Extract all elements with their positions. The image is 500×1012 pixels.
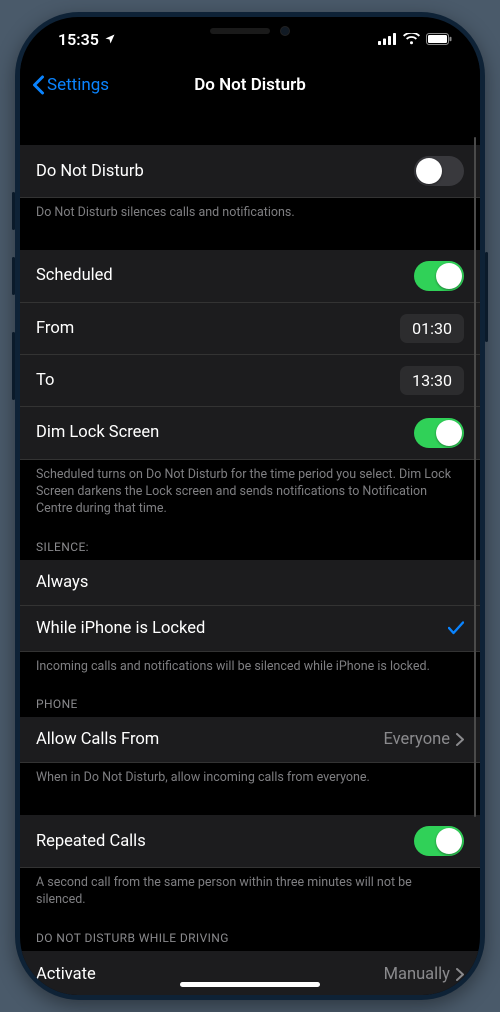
checkmark-icon: [448, 621, 464, 635]
page-title: Do Not Disturb: [194, 75, 306, 95]
toggle-dim[interactable]: [414, 418, 464, 448]
screen: 15:35 Sett: [20, 17, 480, 995]
row-scheduled[interactable]: Scheduled: [20, 250, 480, 303]
scroll-indicator[interactable]: [474, 137, 477, 817]
back-label: Settings: [47, 75, 109, 95]
toggle-scheduled[interactable]: [414, 261, 464, 291]
to-value[interactable]: 13:30: [400, 366, 464, 395]
notch: [155, 17, 345, 45]
cellular-icon: [378, 33, 397, 45]
group-schedule: Scheduled From 01:30 To 13:30 Dim Lock S…: [20, 250, 480, 518]
scheduled-label: Scheduled: [36, 266, 113, 285]
row-silence-always[interactable]: Always: [20, 560, 480, 606]
silence-locked-label: While iPhone is Locked: [36, 619, 205, 638]
group-repeated: Repeated Calls A second call from the sa…: [20, 815, 480, 909]
from-label: From: [36, 319, 74, 338]
footer-silence: Incoming calls and notifications will be…: [20, 652, 480, 676]
chevron-right-icon: [456, 968, 464, 981]
activate-label: Activate: [36, 965, 96, 984]
row-repeated[interactable]: Repeated Calls: [20, 815, 480, 868]
row-from[interactable]: From 01:30: [20, 303, 480, 355]
footer-dnd: Do Not Disturb silences calls and notifi…: [20, 198, 480, 222]
dim-label: Dim Lock Screen: [36, 423, 159, 442]
group-dnd: Do Not Disturb Do Not Disturb silences c…: [20, 145, 480, 222]
header-phone: PHONE: [20, 697, 480, 717]
row-silence-locked[interactable]: While iPhone is Locked: [20, 606, 480, 652]
repeated-label: Repeated Calls: [36, 832, 146, 851]
activate-value: Manually: [384, 965, 450, 984]
row-dnd-toggle[interactable]: Do Not Disturb: [20, 145, 480, 198]
toggle-repeated[interactable]: [414, 826, 464, 856]
row-to[interactable]: To 13:30: [20, 355, 480, 407]
group-phone: PHONE Allow Calls From Everyone When in …: [20, 697, 480, 787]
chevron-left-icon: [32, 75, 45, 95]
from-value[interactable]: 01:30: [400, 314, 464, 343]
home-indicator[interactable]: [180, 982, 320, 987]
allow-calls-label: Allow Calls From: [36, 730, 159, 749]
row-dim[interactable]: Dim Lock Screen: [20, 407, 480, 460]
footer-repeated: A second call from the same person withi…: [20, 868, 480, 909]
settings-content[interactable]: Do Not Disturb Do Not Disturb silences c…: [20, 109, 480, 995]
allow-calls-value: Everyone: [384, 730, 451, 749]
back-button[interactable]: Settings: [32, 61, 109, 109]
toggle-dnd[interactable]: [414, 156, 464, 186]
header-driving: DO NOT DISTURB WHILE DRIVING: [20, 931, 480, 951]
dnd-label: Do Not Disturb: [36, 162, 144, 181]
phone-frame: 15:35 Sett: [15, 12, 485, 1000]
wifi-icon: [403, 33, 420, 45]
status-time: 15:35: [58, 30, 99, 49]
silence-always-label: Always: [36, 573, 88, 592]
group-silence: SILENCE: Always While iPhone is Locked I…: [20, 540, 480, 676]
to-label: To: [36, 371, 54, 390]
location-icon: [104, 33, 116, 45]
nav-bar: Settings Do Not Disturb: [20, 61, 480, 109]
footer-phone: When in Do Not Disturb, allow incoming c…: [20, 763, 480, 787]
header-silence: SILENCE:: [20, 540, 480, 560]
row-allow-calls[interactable]: Allow Calls From Everyone: [20, 717, 480, 763]
chevron-right-icon: [456, 733, 464, 746]
battery-icon: [426, 33, 452, 45]
footer-schedule: Scheduled turns on Do Not Disturb for th…: [20, 460, 480, 518]
row-activate[interactable]: Activate Manually: [20, 951, 480, 995]
